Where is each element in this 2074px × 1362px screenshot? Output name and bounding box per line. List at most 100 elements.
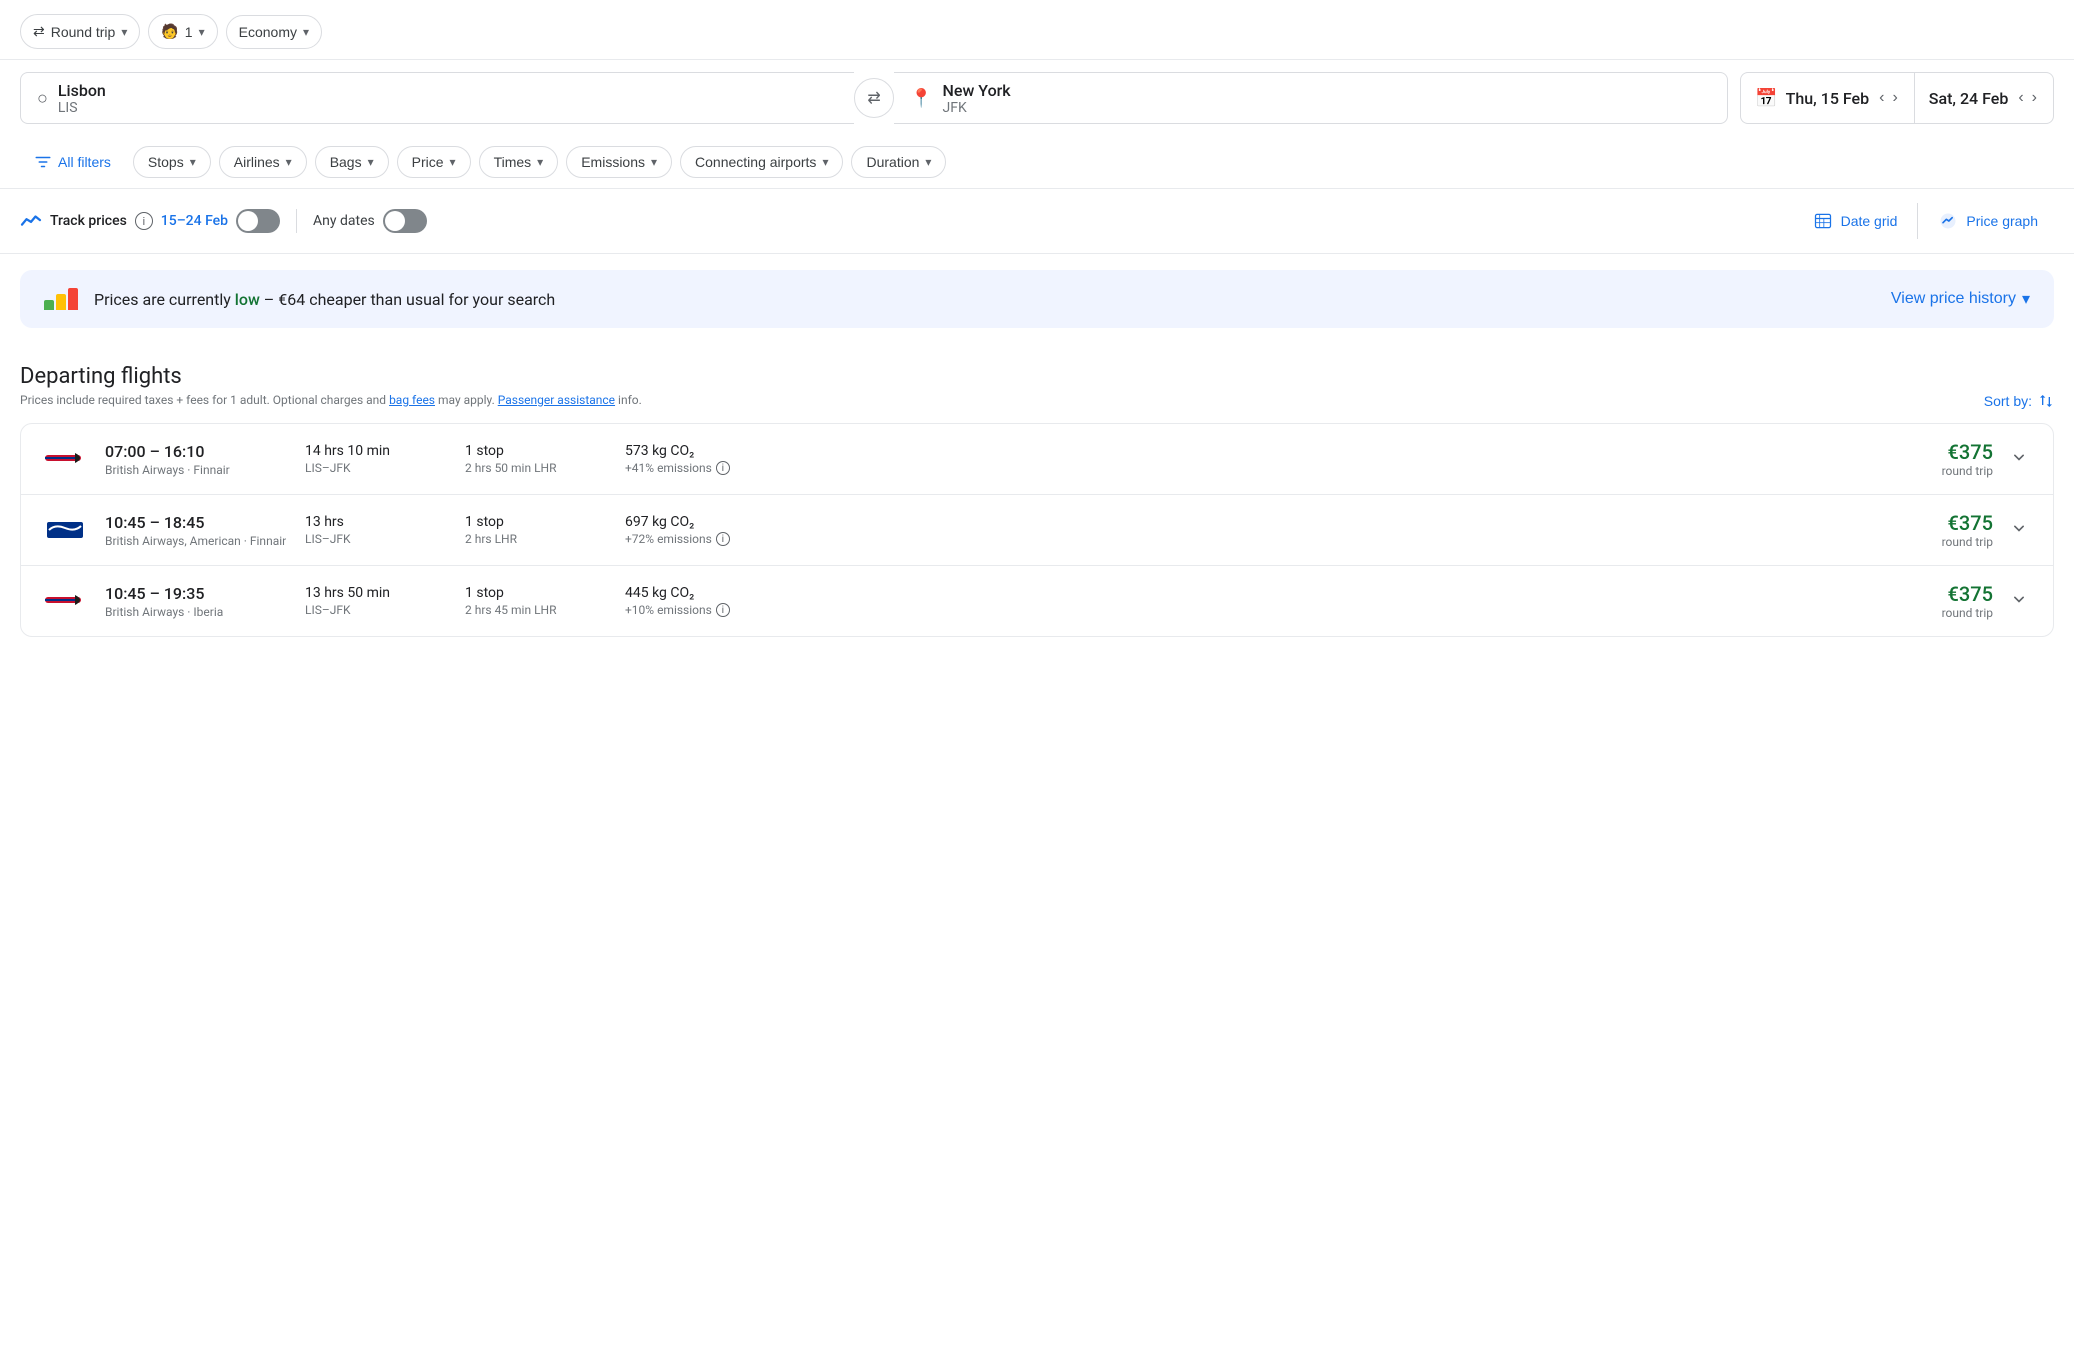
any-dates-toggle[interactable]: [383, 209, 427, 233]
stops-filter-button[interactable]: Stops ▾: [133, 146, 211, 178]
emissions-filter-button[interactable]: Emissions ▾: [566, 146, 672, 178]
finnair-logo-2: [43, 516, 87, 544]
depart-date-field[interactable]: 📅 Thu, 15 Feb ‹ ›: [1740, 72, 1914, 124]
flight-airline-2: British Airways, American · Finnair: [105, 534, 305, 548]
departing-section: Departing flights Prices include require…: [0, 344, 2074, 637]
return-prev-button[interactable]: ‹: [2016, 87, 2025, 109]
all-filters-button[interactable]: All filters: [20, 146, 125, 178]
filters-bar: All filters Stops ▾ Airlines ▾ Bags ▾ Pr…: [0, 136, 2074, 189]
connecting-airports-filter-button[interactable]: Connecting airports ▾: [680, 146, 843, 178]
times-chevron: ▾: [537, 155, 543, 169]
british-airways-logo-3: [43, 587, 87, 615]
departing-subtitle: Prices include required taxes + fees for…: [20, 393, 2054, 407]
destination-code: JFK: [943, 100, 1011, 116]
airlines-filter-button[interactable]: Airlines ▾: [219, 146, 307, 178]
flight-time-section-3: 10:45 – 19:35 British Airways · Iberia: [105, 584, 305, 619]
track-separator: [296, 209, 297, 233]
airline-logo-1: [41, 443, 89, 475]
flight-emissions-pct-1: +41% emissions i: [625, 461, 1903, 475]
any-dates-section: Any dates: [313, 209, 427, 233]
destination-field[interactable]: 📍 New York JFK: [894, 72, 1728, 124]
expand-flight-1-button[interactable]: [2005, 443, 2033, 476]
swap-button[interactable]: ⇄: [854, 78, 894, 118]
sort-by-label: Sort by:: [1984, 393, 2032, 409]
view-price-history-label: View price history: [1891, 290, 2016, 308]
passengers-button[interactable]: 🧑 1 ▾: [148, 14, 217, 49]
destination-city: New York: [943, 81, 1011, 100]
passengers-count: 1: [185, 24, 193, 40]
return-next-button[interactable]: ›: [2030, 87, 2039, 109]
bags-filter-button[interactable]: Bags ▾: [315, 146, 389, 178]
return-date-nav: ‹ ›: [2016, 87, 2039, 109]
date-grid-button[interactable]: Date grid: [1797, 203, 1914, 239]
flight-route-2: LIS–JFK: [305, 532, 465, 546]
expand-flight-3-button[interactable]: [2005, 585, 2033, 618]
origin-field[interactable]: ○ Lisbon LIS: [20, 72, 854, 124]
price-alert-banner: Prices are currently low – €64 cheaper t…: [20, 270, 2054, 328]
price-graph-label: Price graph: [1966, 213, 2038, 229]
flight-duration-1: 14 hrs 10 min: [305, 443, 465, 459]
price-graph-button[interactable]: Price graph: [1922, 203, 2054, 239]
departing-title: Departing flights: [20, 364, 2054, 389]
flight-emissions-section-3: 445 kg CO₂ +10% emissions i: [625, 585, 1903, 617]
flight-duration-section-2: 13 hrs LIS–JFK: [305, 514, 465, 546]
class-button[interactable]: Economy ▾: [226, 15, 322, 49]
expand-flight-2-button[interactable]: [2005, 514, 2033, 547]
return-date-label: Sat, 24 Feb: [1929, 89, 2009, 108]
emissions-info-3[interactable]: i: [716, 603, 730, 617]
origin-city: Lisbon: [58, 81, 106, 100]
emissions-info-2[interactable]: i: [716, 532, 730, 546]
flight-price-section-3: €375 round trip: [1903, 582, 1993, 620]
track-prices-info-button[interactable]: i: [135, 212, 153, 230]
view-tools-separator: [1917, 203, 1918, 239]
table-row[interactable]: 10:45 – 18:45 British Airways, American …: [21, 495, 2053, 566]
search-bar: ○ Lisbon LIS ⇄ 📍 New York JFK 📅 Thu, 15 …: [0, 60, 2074, 136]
airline-logo-3: [41, 585, 89, 617]
depart-next-button[interactable]: ›: [1890, 87, 1899, 109]
times-filter-label: Times: [494, 154, 532, 170]
view-tools: Date grid Price graph: [1797, 203, 2054, 239]
price-filter-label: Price: [412, 154, 444, 170]
track-prices-toggle[interactable]: [236, 209, 280, 233]
filter-icon: [34, 153, 52, 171]
round-trip-icon: ⇄: [33, 23, 45, 40]
emissions-chevron: ▾: [651, 155, 657, 169]
trip-type-button[interactable]: ⇄ Round trip ▾: [20, 14, 140, 49]
flight-time-section-2: 10:45 – 18:45 British Airways, American …: [105, 513, 305, 548]
flight-emissions-3: 445 kg CO₂: [625, 585, 1903, 601]
emissions-info-1[interactable]: i: [716, 461, 730, 475]
trip-type-chevron: ▾: [121, 25, 127, 39]
times-filter-button[interactable]: Times ▾: [479, 146, 559, 178]
bag-fees-link[interactable]: bag fees: [389, 393, 435, 407]
price-filter-button[interactable]: Price ▾: [397, 146, 471, 178]
return-date-field[interactable]: Sat, 24 Feb ‹ ›: [1914, 72, 2054, 124]
depart-prev-button[interactable]: ‹: [1877, 87, 1886, 109]
table-row[interactable]: 07:00 – 16:10 British Airways · Finnair …: [21, 424, 2053, 495]
duration-filter-button[interactable]: Duration ▾: [851, 146, 946, 178]
view-history-chevron: ▾: [2022, 289, 2030, 309]
flight-stops-section-2: 1 stop 2 hrs LHR: [465, 514, 625, 546]
view-price-history-button[interactable]: View price history ▾: [1891, 289, 2030, 309]
price-alert-text: Prices are currently low – €64 cheaper t…: [94, 290, 1875, 309]
date-grid-label: Date grid: [1841, 213, 1898, 229]
flight-stops-3: 1 stop: [465, 585, 625, 601]
track-prices-date-range: 15–24 Feb: [161, 213, 228, 229]
toggle-knob: [238, 211, 258, 231]
origin-code: LIS: [58, 100, 106, 116]
flight-stops-1: 1 stop: [465, 443, 625, 459]
destination-text: New York JFK: [943, 81, 1011, 116]
flight-time-3: 10:45 – 19:35: [105, 584, 305, 603]
sort-button[interactable]: Sort by:: [1984, 393, 2054, 409]
subtitle-end: info.: [618, 393, 642, 407]
flight-time-section-1: 07:00 – 16:10 British Airways · Finnair: [105, 442, 305, 477]
flight-route-3: LIS–JFK: [305, 603, 465, 617]
flight-stops-section-3: 1 stop 2 hrs 45 min LHR: [465, 585, 625, 617]
flight-stops-section-1: 1 stop 2 hrs 50 min LHR: [465, 443, 625, 475]
flight-stops-2: 1 stop: [465, 514, 625, 530]
table-row[interactable]: 10:45 – 19:35 British Airways · Iberia 1…: [21, 566, 2053, 636]
bags-chevron: ▾: [368, 155, 374, 169]
passenger-assistance-link[interactable]: Passenger assistance: [498, 393, 615, 407]
subtitle-mid: may apply.: [438, 393, 495, 407]
track-prices-bar: Track prices i 15–24 Feb Any dates Date …: [0, 189, 2074, 254]
flight-time-2: 10:45 – 18:45: [105, 513, 305, 532]
